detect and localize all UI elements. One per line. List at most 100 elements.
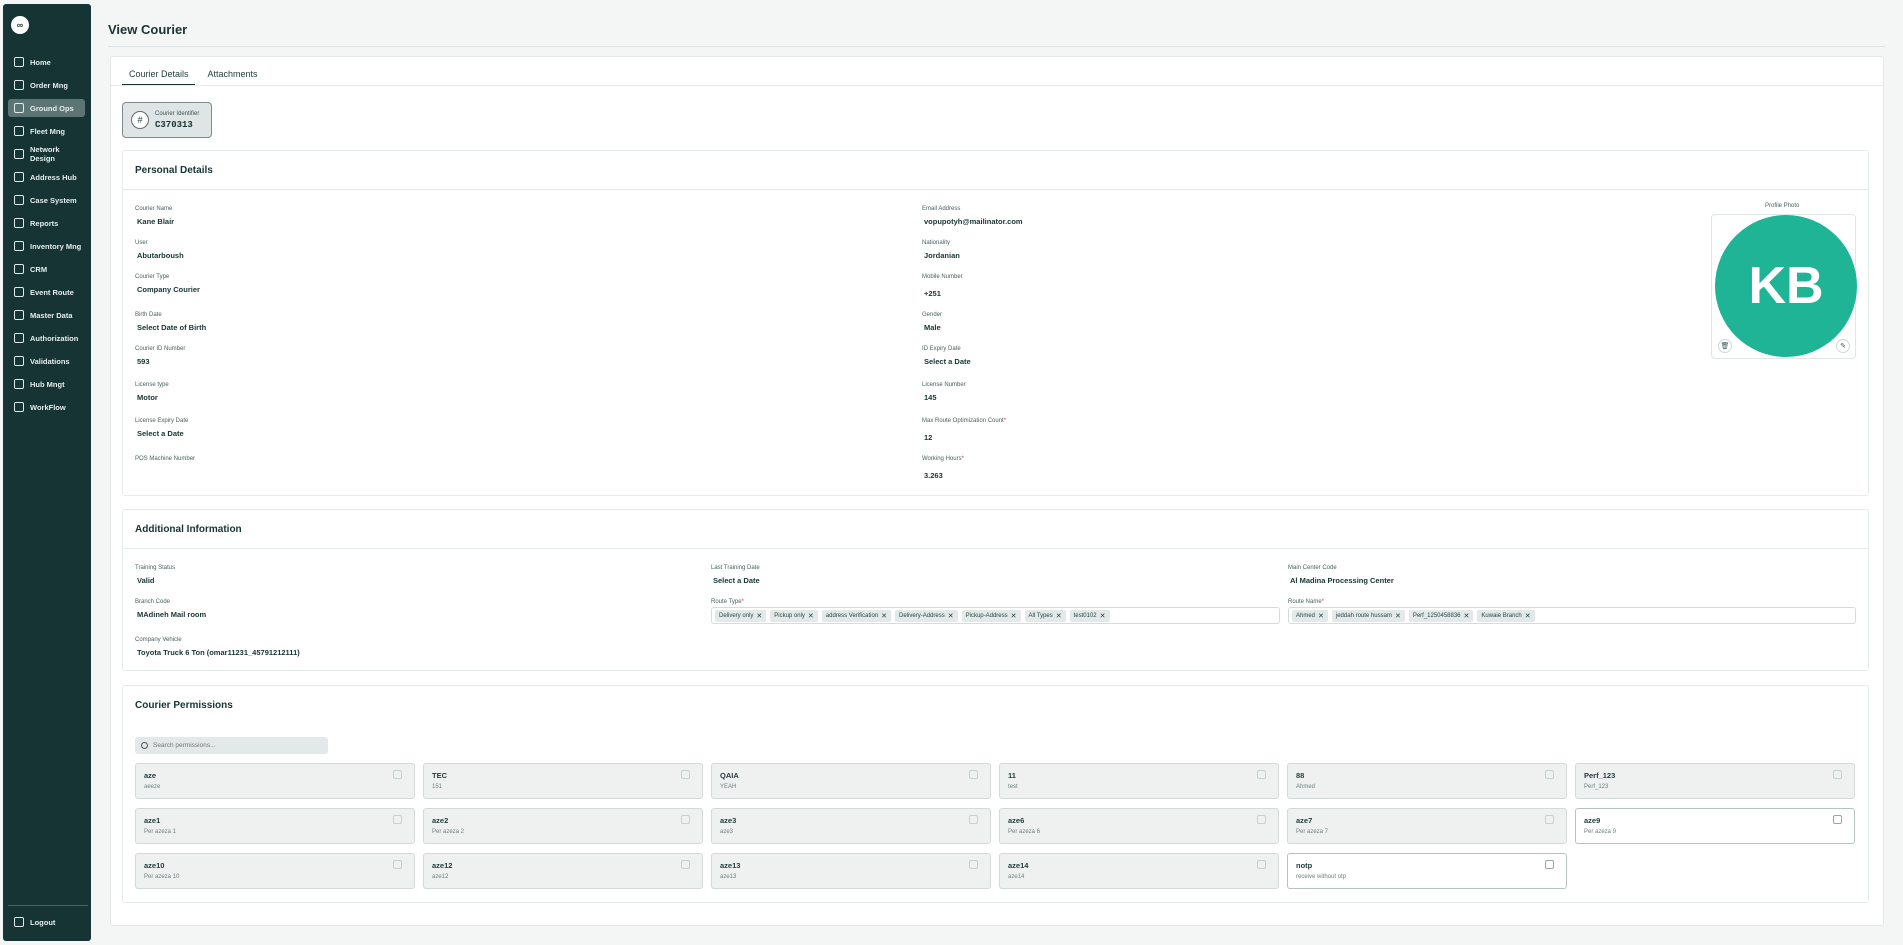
chip: Ahmed ✕	[1292, 609, 1328, 622]
sidebar-item-label: Inventory Mng	[30, 241, 82, 251]
permission-name: notp	[1296, 861, 1313, 870]
permission-checkbox[interactable]	[1257, 770, 1266, 779]
permission-checkbox[interactable]	[1257, 815, 1266, 824]
sidebar-item-address-hub[interactable]: Address Hub	[8, 168, 85, 186]
tab-attachments[interactable]: Attachments	[201, 66, 264, 86]
permission-card[interactable]: aze14 aze14	[999, 853, 1279, 889]
permission-card[interactable]: aze6 Per azeza 6	[999, 808, 1279, 844]
permission-card[interactable]: QAIA YEAH	[711, 763, 991, 799]
crm-icon	[14, 264, 24, 274]
permission-card[interactable]: aze2 Per azeza 2	[423, 808, 703, 844]
permission-checkbox[interactable]	[681, 860, 690, 869]
sidebar-item-label: Hub Mngt	[30, 379, 65, 389]
permission-card[interactable]: notp receive without otp	[1287, 853, 1567, 889]
field-label: License type	[135, 382, 169, 388]
field-value: Jordanian	[924, 251, 960, 260]
edit-photo-icon[interactable]: ✎	[1836, 339, 1850, 353]
permission-checkbox[interactable]	[1545, 770, 1554, 779]
permission-name: aze10	[144, 861, 165, 870]
field-label: Courier Type	[135, 274, 170, 280]
permission-checkbox[interactable]	[1833, 770, 1842, 779]
sidebar-item-home[interactable]: Home	[8, 53, 85, 71]
permission-card[interactable]: 11 test	[999, 763, 1279, 799]
chip: Pickup only ✕	[770, 609, 818, 622]
permission-card[interactable]: aze9 Per azeza 9	[1575, 808, 1855, 844]
sidebar-item-inventory-mng[interactable]: Inventory Mng	[8, 237, 85, 255]
title-divider	[108, 46, 1885, 47]
remove-chip-icon[interactable]: ✕	[881, 612, 887, 620]
delete-photo-icon[interactable]: 🗑	[1718, 339, 1732, 353]
permission-card[interactable]: Perf_123 Perf_123	[1575, 763, 1855, 799]
remove-chip-icon[interactable]: ✕	[1011, 612, 1017, 620]
remove-chip-icon[interactable]: ✕	[1318, 612, 1324, 620]
sidebar-item-order-mng[interactable]: Order Mng	[8, 76, 85, 94]
permission-name: aze12	[432, 861, 453, 870]
remove-chip-icon[interactable]: ✕	[948, 612, 954, 620]
search-permissions-input[interactable]	[135, 737, 328, 754]
permission-card[interactable]: TEC 151	[423, 763, 703, 799]
remove-chip-icon[interactable]: ✕	[1056, 612, 1062, 620]
remove-chip-icon[interactable]: ✕	[1525, 612, 1531, 620]
identifier-label: Courier Identifier	[155, 111, 200, 117]
sidebar-item-label: Case System	[30, 195, 77, 205]
route-type-label: Route Type*	[711, 599, 744, 605]
permission-checkbox[interactable]	[393, 770, 402, 779]
permission-checkbox[interactable]	[1257, 860, 1266, 869]
sidebar-item-ground-ops[interactable]: Ground Ops	[8, 99, 85, 117]
permission-card[interactable]: 88 Ahmed	[1287, 763, 1567, 799]
permission-checkbox[interactable]	[1833, 815, 1842, 824]
field-label: Nationality	[922, 240, 951, 246]
permission-card[interactable]: aze10 Per azeza 10	[135, 853, 415, 889]
permission-card[interactable]: aze13 aze13	[711, 853, 991, 889]
field-value: Al Madina Processing Center	[1290, 576, 1394, 585]
permission-checkbox[interactable]	[393, 860, 402, 869]
page-title: View Courier	[108, 22, 188, 37]
sidebar-item-workflow[interactable]: WorkFlow	[8, 398, 85, 416]
field-label: Main Center Code	[1288, 565, 1337, 571]
sidebar-item-label: Home	[30, 57, 51, 67]
remove-chip-icon[interactable]: ✕	[1395, 612, 1401, 620]
sidebar-item-validations[interactable]: Validations	[8, 352, 85, 370]
permission-checkbox[interactable]	[1545, 815, 1554, 824]
permission-checkbox[interactable]	[969, 815, 978, 824]
section-title: Courier Permissions	[135, 700, 233, 711]
permission-checkbox[interactable]	[969, 770, 978, 779]
permission-checkbox[interactable]	[969, 860, 978, 869]
additional-information-section: Additional Information	[122, 509, 1869, 671]
route-type-select[interactable]: Delivery only ✕ Pickup only ✕ address Verifi…	[711, 607, 1280, 624]
sidebar-item-reports[interactable]: Reports	[8, 214, 85, 232]
sidebar-item-crm[interactable]: CRM	[8, 260, 85, 278]
permission-card[interactable]: aze7 Per azeza 7	[1287, 808, 1567, 844]
sidebar-item-label: Order Mng	[30, 80, 68, 90]
identifier-value: C370313	[155, 120, 193, 130]
permission-card[interactable]: aze1 Per azeza 1	[135, 808, 415, 844]
permission-card[interactable]: aze3 aze3	[711, 808, 991, 844]
sidebar-item-case-system[interactable]: Case System	[8, 191, 85, 209]
permission-checkbox[interactable]	[393, 815, 402, 824]
sidebar-item-event-route[interactable]: Event Route	[8, 283, 85, 301]
logout-button[interactable]: Logout	[8, 913, 85, 931]
field-value: MAdineh Mail room	[137, 610, 207, 619]
section-divider	[123, 189, 1868, 190]
remove-chip-icon[interactable]: ✕	[1100, 612, 1106, 620]
remove-chip-icon[interactable]: ✕	[756, 612, 762, 620]
remove-chip-icon[interactable]: ✕	[1464, 612, 1470, 620]
location-icon	[14, 172, 24, 182]
remove-chip-icon[interactable]: ✕	[808, 612, 814, 620]
sidebar-item-authorization[interactable]: Authorization	[8, 329, 85, 347]
route-name-select[interactable]: Ahmed ✕ jeddah route hussam ✕ Perf_125045883…	[1288, 607, 1856, 624]
app-logo[interactable]: ∞	[11, 16, 29, 34]
sidebar-item-hub-mngt[interactable]: Hub Mngt	[8, 375, 85, 393]
permission-card[interactable]: aze12 aze12	[423, 853, 703, 889]
permission-checkbox[interactable]	[1545, 860, 1554, 869]
validation-icon	[14, 356, 24, 366]
permission-checkbox[interactable]	[681, 815, 690, 824]
sidebar-item-fleet-mng[interactable]: Fleet Mng	[8, 122, 85, 140]
permission-checkbox[interactable]	[681, 770, 690, 779]
sidebar-item-master-data[interactable]: Master Data	[8, 306, 85, 324]
permission-name: aze3	[720, 816, 737, 825]
sidebar-item-network-design[interactable]: Network Design	[8, 145, 85, 163]
field-label: Company Vehicle	[135, 637, 182, 643]
permission-card[interactable]: aze aeeze	[135, 763, 415, 799]
tab-courier-details[interactable]: Courier Details	[122, 66, 195, 86]
